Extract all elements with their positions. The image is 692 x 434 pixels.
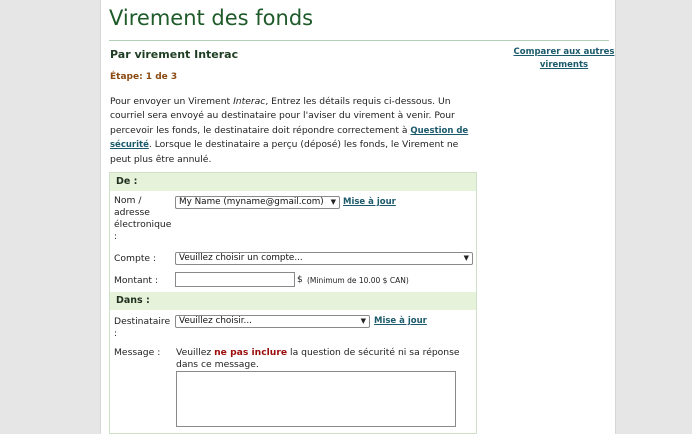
account-select[interactable]: Veuillez choisir un compte... ▼ — [175, 252, 473, 265]
from-section-header: De : — [110, 173, 476, 191]
account-label: Compte : — [114, 253, 157, 264]
intro-text-part3: . Lorsque le destinataire a perçu (dépos… — [110, 139, 459, 165]
message-instructions-prefix: Veuillez — [176, 347, 215, 358]
amount-input[interactable] — [175, 272, 295, 287]
recipient-label: Destinataire : — [114, 316, 171, 339]
chevron-down-icon: ▼ — [360, 317, 366, 325]
chevron-down-icon: ▼ — [463, 254, 469, 262]
compare-transfers-link[interactable]: Comparer aux autres virements — [511, 46, 617, 72]
message-instructions: Veuillez ne pas inclure la question de s… — [176, 347, 466, 371]
name-update-link[interactable]: Mise à jour — [343, 197, 396, 207]
amount-hint: (Minimum de 10.00 $ CAN) — [307, 276, 409, 285]
recipient-select[interactable]: Veuillez choisir... ▼ — [175, 315, 370, 328]
currency-symbol: $ — [297, 275, 303, 285]
chevron-down-icon: ▼ — [330, 198, 336, 206]
to-section-header: Dans : — [110, 292, 476, 310]
name-label: Nom / adresse électronique : — [114, 195, 172, 242]
recipient-select-value: Veuillez choisir... — [179, 316, 252, 326]
page-title: Virement des fonds — [109, 6, 314, 30]
name-select[interactable]: My Name (myname@gmail.com) ▼ — [175, 196, 340, 209]
message-warning: ne pas inclure — [214, 347, 288, 358]
name-select-value: My Name (myname@gmail.com) — [179, 197, 324, 207]
transfer-page: Virement des fonds Par virement Interac … — [100, 0, 616, 434]
transfer-form: De : Nom / adresse électronique : My Nam… — [109, 172, 477, 434]
page-subtitle: Par virement Interac — [110, 48, 239, 61]
intro-text-interac: Interac — [233, 96, 266, 107]
step-indicator: Étape: 1 de 3 — [110, 72, 178, 82]
message-textarea[interactable] — [176, 371, 456, 427]
account-select-value: Veuillez choisir un compte... — [179, 253, 303, 263]
message-label: Message : — [114, 347, 161, 358]
recipient-update-link[interactable]: Mise à jour — [374, 316, 427, 326]
title-divider — [109, 40, 609, 41]
intro-text-part1: Pour envoyer un Virement — [110, 96, 234, 107]
amount-label: Montant : — [114, 275, 159, 286]
intro-text: Pour envoyer un Virement Interac, Entrez… — [110, 95, 482, 167]
